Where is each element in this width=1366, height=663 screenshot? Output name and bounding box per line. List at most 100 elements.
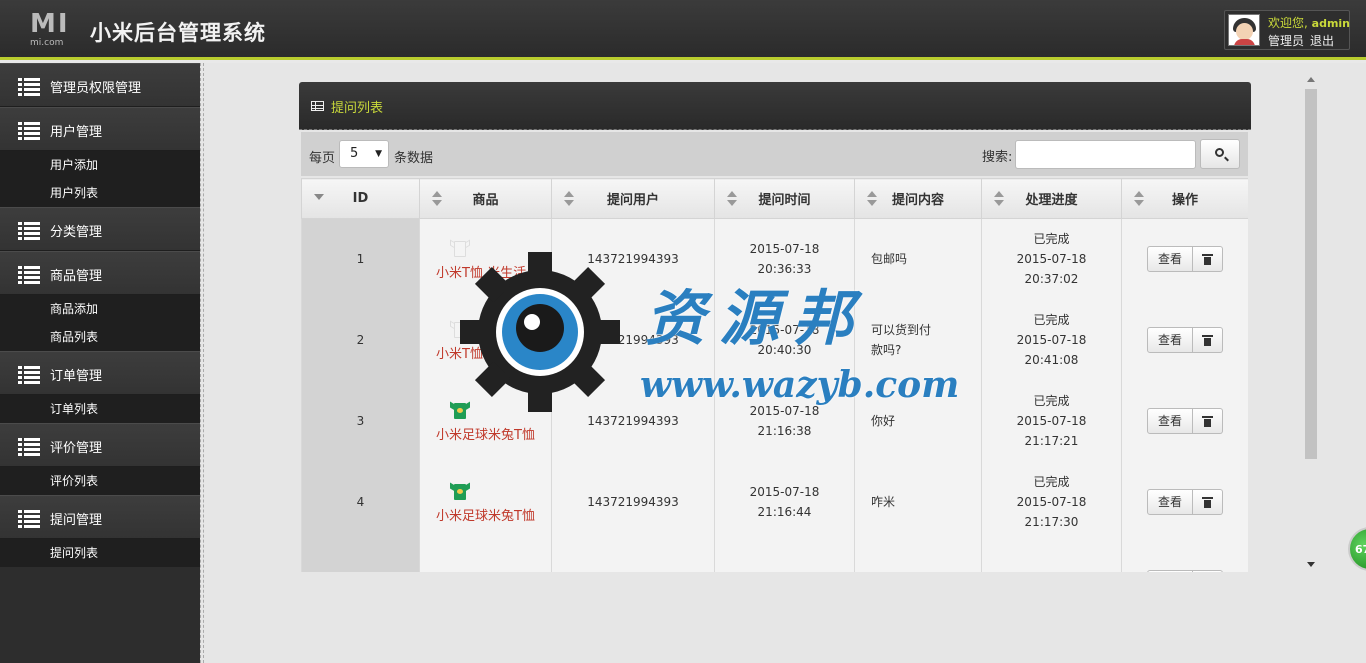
- status-date: 2015-07-18: [1016, 333, 1087, 347]
- tshirt-icon: [450, 239, 470, 257]
- question-table-wrap[interactable]: ID 商品 提问用户 提问时间 提问内容 处理进度 操作 1 小米T恤 米生活 14372199…: [301, 178, 1248, 572]
- product-cell: 小米足球米兔T恤: [419, 461, 552, 543]
- search-button[interactable]: [1200, 139, 1240, 169]
- sidebar-group-0[interactable]: 管理员权限管理: [0, 63, 200, 107]
- time-cell: 2015-07-18: [714, 542, 855, 572]
- status-clock: 21:17:21: [1024, 434, 1079, 448]
- search-icon: [1215, 148, 1224, 157]
- product-thumbnail[interactable]: [446, 235, 474, 259]
- question-list-panel: 提问列表 每页 5 ▼ 条数据 搜索: ID 商品 提问用户 提问时间 提问内容 处理进度操…: [299, 82, 1251, 572]
- scroll-up-icon[interactable]: [1307, 77, 1315, 82]
- user-cell: 143721994393: [551, 218, 715, 300]
- sidebar-group-4[interactable]: 订单管理: [0, 351, 200, 395]
- product-thumbnail[interactable]: [446, 316, 474, 340]
- product-thumbnail[interactable]: [446, 569, 474, 572]
- id-cell: 2: [301, 299, 420, 381]
- status-date: 2015-07-18: [1016, 252, 1087, 267]
- table-row: 1 小米T恤 米生活 143721994393 2015-07-18 20:36:33 包…: [301, 218, 1248, 300]
- user-cell: 143721994393: [551, 461, 715, 543]
- product-link[interactable]: 小米T恤 米生活: [436, 266, 526, 281]
- view-button[interactable]: 查看: [1147, 489, 1193, 515]
- status-clock: 20:41:08: [1024, 353, 1079, 367]
- sidebar-group-2[interactable]: 分类管理: [0, 207, 200, 251]
- tshirt-icon: [450, 482, 470, 500]
- mi-logo[interactable]: MI mi.com: [30, 11, 72, 48]
- sort-icon: [432, 191, 442, 207]
- welcome-text: 欢迎您, admin: [1268, 14, 1350, 31]
- role-link[interactable]: 管理员: [1268, 34, 1304, 48]
- sidebar-item[interactable]: 评价列表: [0, 467, 200, 495]
- delete-button[interactable]: [1193, 408, 1223, 434]
- sidebar-group-3[interactable]: 商品管理: [0, 251, 200, 295]
- sort-icon: [1134, 191, 1144, 207]
- view-button[interactable]: 查看: [1147, 570, 1193, 572]
- status-text: 已完成: [1033, 475, 1070, 489]
- sidebar-group-5[interactable]: 评价管理: [0, 423, 200, 467]
- avatar: [1228, 14, 1260, 46]
- status-cell: 已完成 2015-07-18 21:17:21: [981, 380, 1122, 462]
- list-icon: [18, 222, 40, 240]
- action-cell: 查看: [1121, 380, 1248, 462]
- sidebar-group-6[interactable]: 提问管理: [0, 495, 200, 539]
- logout-link[interactable]: 退出: [1310, 34, 1334, 48]
- column-header[interactable]: ID: [301, 178, 420, 219]
- time-cell: 2015-07-18 21:16:44: [714, 461, 855, 543]
- view-button[interactable]: 查看: [1147, 246, 1193, 273]
- id-cell: 3: [301, 380, 420, 462]
- product-thumbnail[interactable]: [446, 478, 474, 502]
- product-cell: 小米T恤 米生活: [419, 218, 552, 300]
- product-link[interactable]: 小米足球米兔T恤: [436, 428, 535, 443]
- sidebar-item[interactable]: 订单列表: [0, 395, 200, 423]
- sidebar-item[interactable]: 提问列表: [0, 539, 200, 567]
- table-row: 3 小米足球米兔T恤 143721994393 2015-07-18 21:16:38 你…: [301, 380, 1248, 462]
- sort-icon: [727, 191, 737, 207]
- column-header[interactable]: 提问内容: [854, 178, 982, 219]
- view-button[interactable]: 查看: [1147, 327, 1193, 353]
- sidebar-item[interactable]: 用户列表: [0, 179, 200, 207]
- column-header-label: 操作: [1171, 193, 1198, 208]
- list-icon: [18, 366, 40, 384]
- product-link[interactable]: 小米T恤 米生活: [436, 347, 526, 362]
- sidebar-item[interactable]: 商品添加: [0, 295, 200, 323]
- column-header[interactable]: 处理进度: [981, 178, 1122, 219]
- action-cell: 查看: [1121, 299, 1248, 381]
- action-buttons: 查看: [1147, 327, 1223, 353]
- scroll-thumb[interactable]: [1305, 89, 1317, 459]
- sidebar-item[interactable]: 商品列表: [0, 323, 200, 351]
- view-button[interactable]: 查看: [1147, 408, 1193, 434]
- action-buttons: 查看: [1147, 408, 1223, 434]
- time-cell: 2015-07-18 21:16:38: [714, 380, 855, 462]
- sidebar-submenu: 商品添加 商品列表: [0, 295, 200, 351]
- time-date: 2015-07-18: [749, 485, 820, 499]
- id-cell: 4: [301, 461, 420, 543]
- vertical-scrollbar[interactable]: [1303, 73, 1319, 573]
- delete-button[interactable]: [1193, 570, 1223, 572]
- time-cell: 2015-07-18 20:36:33: [714, 218, 855, 300]
- column-header[interactable]: 操作: [1121, 178, 1248, 219]
- status-cell: 已完成 2015-07-18 20:37:02: [981, 218, 1122, 300]
- product-link[interactable]: 小米足球米兔T恤: [436, 509, 535, 524]
- product-thumbnail[interactable]: [446, 397, 474, 421]
- column-header[interactable]: 商品: [419, 178, 552, 219]
- per-page-select[interactable]: 5 ▼: [339, 140, 389, 168]
- table-toolbar: 每页 5 ▼ 条数据 搜索:: [301, 132, 1248, 176]
- status-clock: 20:37:02: [1024, 272, 1079, 287]
- product-cell: 小米T恤 米生活: [419, 299, 552, 381]
- sidebar-group-1[interactable]: 用户管理: [0, 107, 200, 151]
- delete-button[interactable]: [1193, 489, 1223, 515]
- list-icon: [18, 78, 40, 96]
- search-input[interactable]: [1015, 140, 1196, 169]
- status-text: 已完成: [1033, 313, 1070, 327]
- list-icon: [18, 510, 40, 528]
- sidebar-item[interactable]: 用户添加: [0, 151, 200, 179]
- question-table: ID 商品 提问用户 提问时间 提问内容 处理进度 操作 1 小米T恤 米生活 14372199…: [301, 178, 1248, 572]
- top-header: MI mi.com 小米后台管理系统 欢迎您, admin 管理员 退出: [0, 0, 1366, 60]
- column-header[interactable]: 提问用户: [551, 178, 715, 219]
- delete-button[interactable]: [1193, 327, 1223, 353]
- product-cell: [419, 542, 552, 572]
- action-cell: 查看: [1121, 218, 1248, 300]
- delete-button[interactable]: [1193, 246, 1223, 273]
- scroll-down-icon[interactable]: [1307, 562, 1315, 567]
- time-clock: 21:16:44: [757, 505, 812, 519]
- column-header[interactable]: 提问时间: [714, 178, 855, 219]
